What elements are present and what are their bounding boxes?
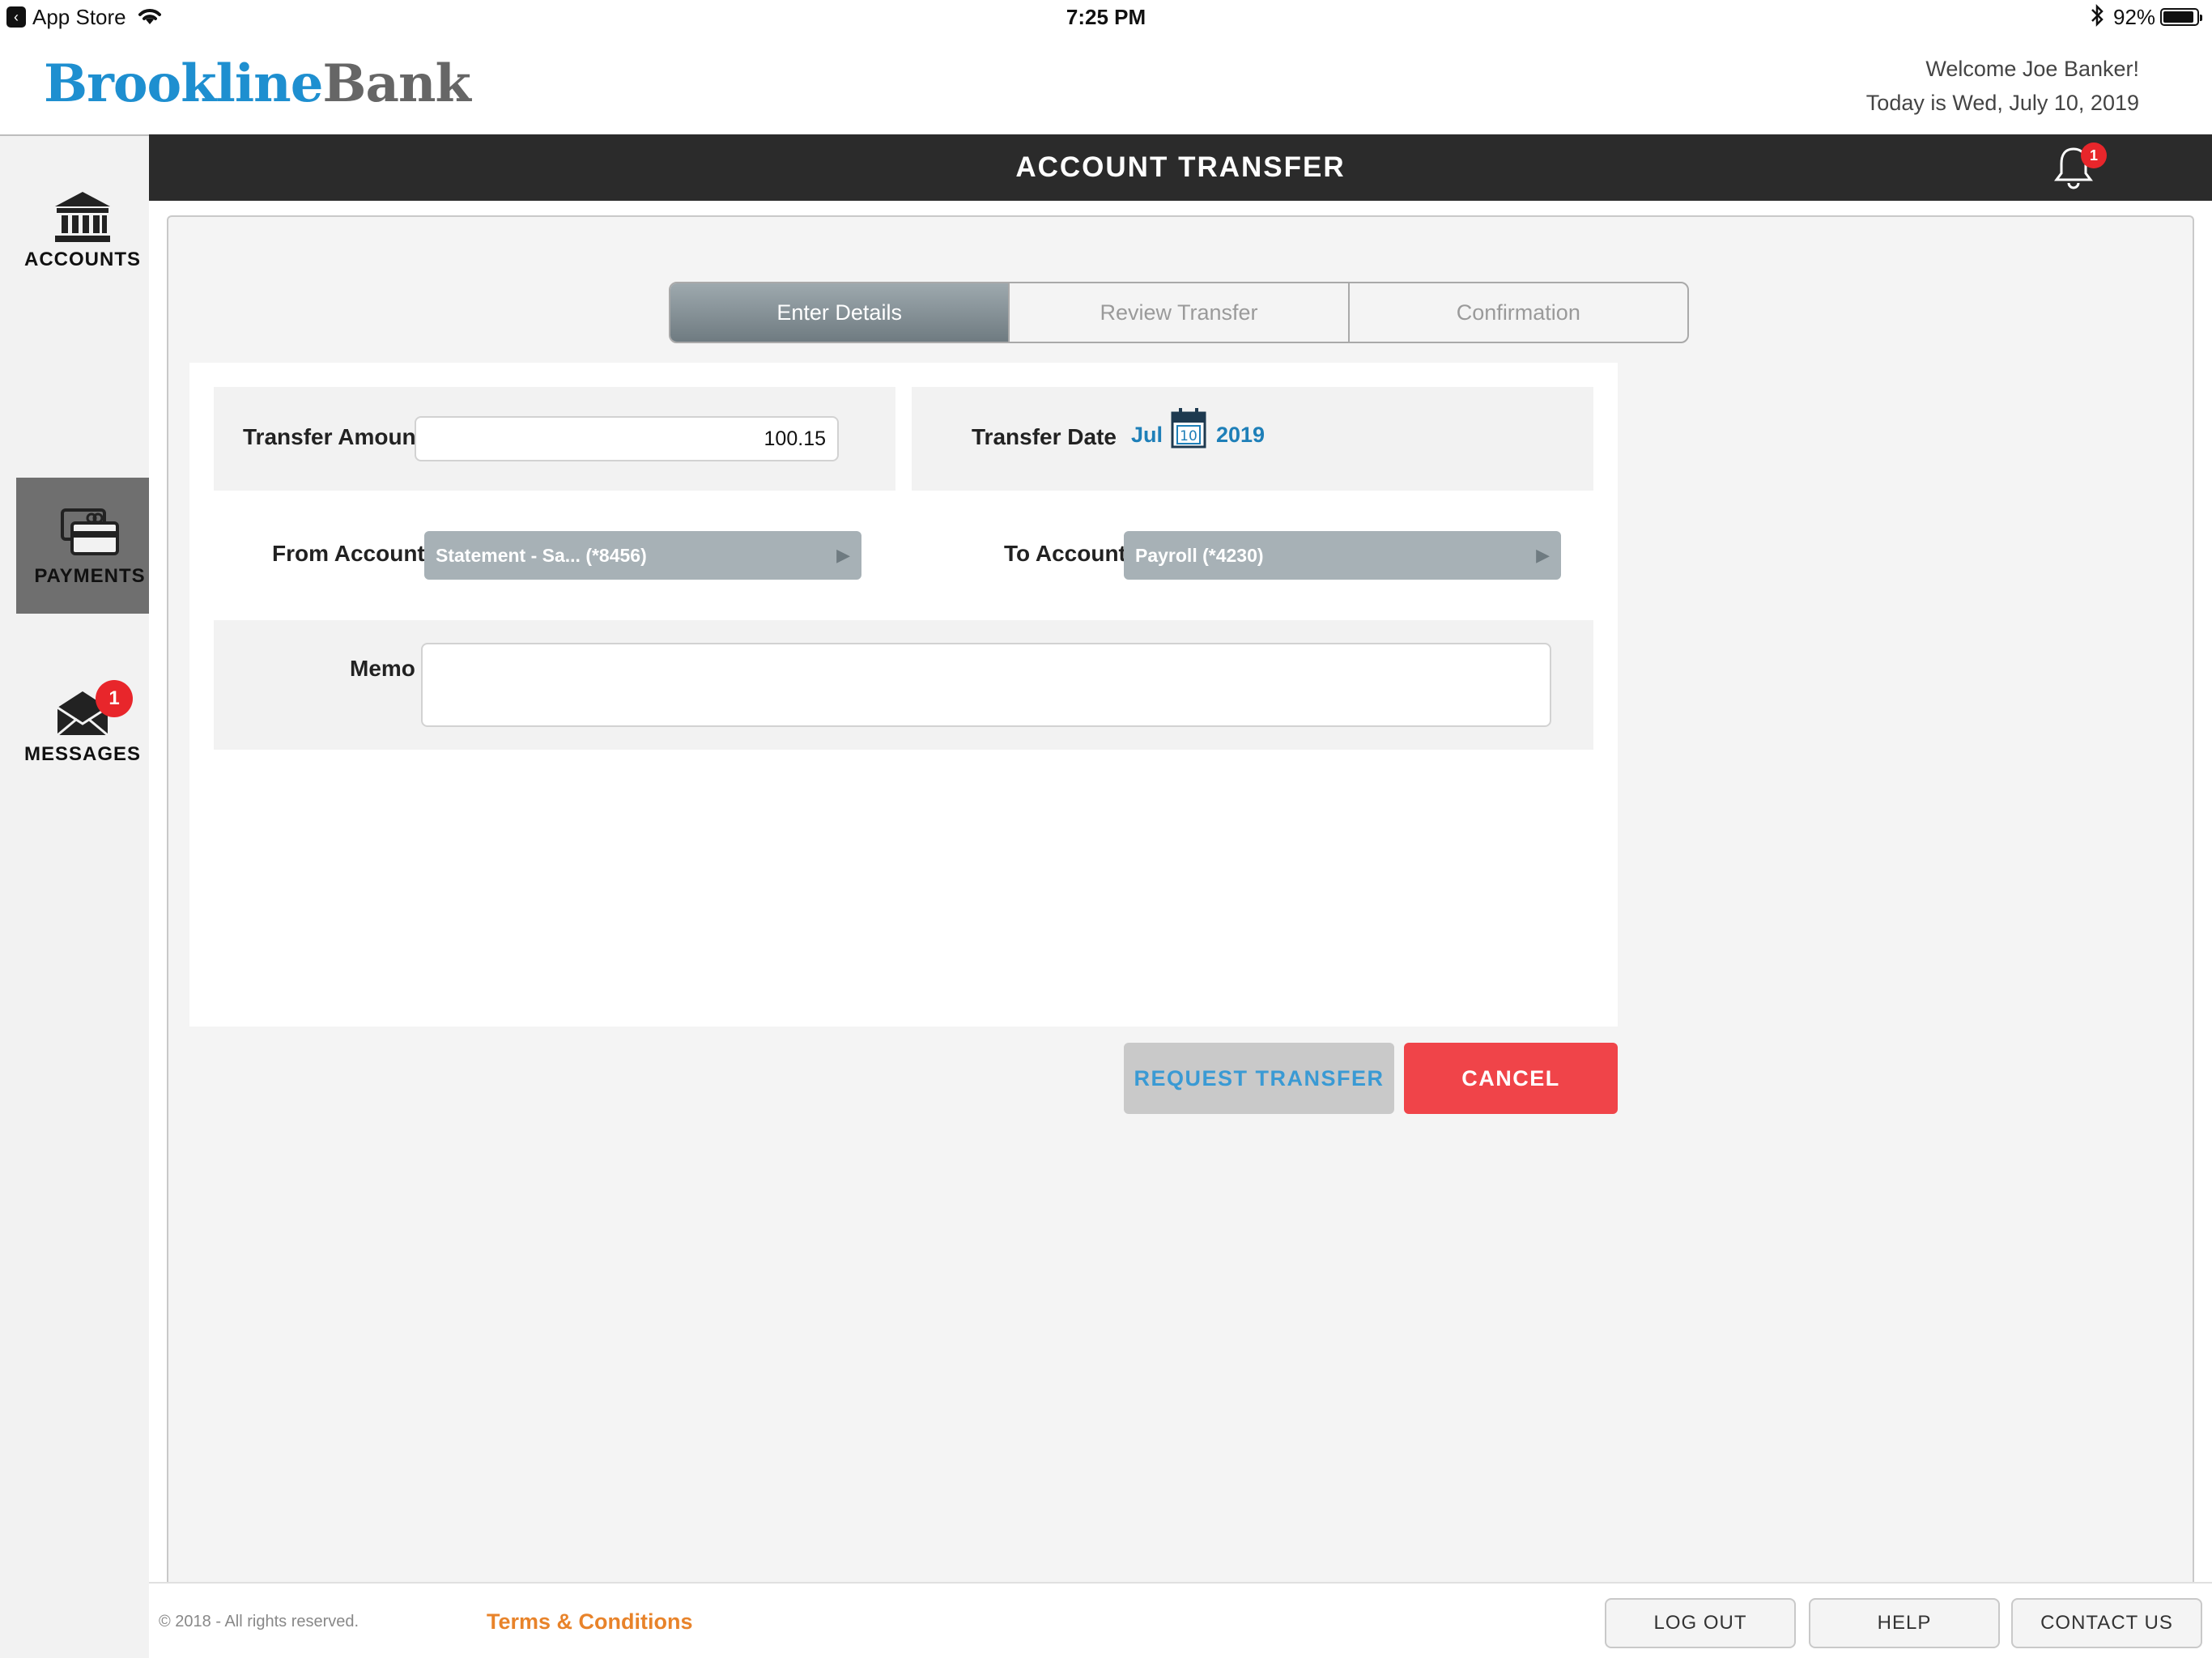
contact-us-button[interactable]: CONTACT US: [2011, 1598, 2202, 1648]
request-transfer-button[interactable]: REQUEST TRANSFER: [1124, 1043, 1394, 1114]
sidebar: [0, 136, 149, 1658]
transfer-date-month[interactable]: Jul: [1131, 423, 1163, 448]
transfer-date-year[interactable]: 2019: [1216, 423, 1265, 448]
notification-badge: 1: [2081, 142, 2107, 168]
battery-percent: 92%: [2113, 5, 2156, 29]
battery-level: [2163, 11, 2193, 23]
messages-badge: 1: [96, 680, 133, 717]
memo-label: Memo: [350, 656, 415, 681]
memo-input[interactable]: [421, 643, 1551, 727]
to-account-label: To Account: [1004, 541, 1126, 566]
to-account-select[interactable]: Payroll (*4230) ▶: [1124, 531, 1561, 580]
bluetooth-icon: [2091, 3, 2104, 28]
from-account-select[interactable]: Statement - Sa... (*8456) ▶: [424, 531, 861, 580]
transfer-amount-input[interactable]: 100.15: [415, 416, 839, 461]
brand-name-part2: Bank: [322, 53, 470, 114]
step-review-transfer: Review Transfer: [1010, 283, 1350, 342]
terms-link[interactable]: Terms & Conditions: [487, 1609, 693, 1635]
sidebar-item-payments[interactable]: PAYMENTS: [16, 478, 177, 628]
from-account-label: From Account: [272, 541, 425, 566]
to-account-value: Payroll (*4230): [1135, 545, 1264, 566]
welcome-block: Welcome Joe Banker! Today is Wed, July 1…: [1866, 52, 2139, 120]
help-button[interactable]: HELP: [1809, 1598, 2000, 1648]
transfer-amount-label: Transfer Amount: [243, 424, 423, 449]
play-arrow-icon: ▶: [1536, 545, 1550, 565]
calendar-icon[interactable]: 10: [1171, 406, 1206, 449]
sidebar-item-label: ACCOUNTS: [24, 249, 141, 270]
cancel-button[interactable]: CANCEL: [1404, 1043, 1618, 1114]
clock: 7:25 PM: [1066, 5, 1146, 29]
calendar-day: 10: [1180, 428, 1197, 444]
logout-button[interactable]: LOG OUT: [1605, 1598, 1796, 1648]
today-date: Today is Wed, July 10, 2019: [1865, 91, 2139, 115]
welcome-text: Welcome Joe Banker!: [1925, 57, 2139, 81]
brand-name-part1: Brookline: [44, 53, 323, 114]
sidebar-item-messages[interactable]: MESSAGES: [0, 688, 165, 785]
payment-card-icon: [61, 508, 119, 555]
step-confirmation: Confirmation: [1456, 300, 1580, 325]
copyright-text: © 2018 - All rights reserved.: [159, 1613, 359, 1630]
from-account-value: Statement - Sa... (*8456): [436, 545, 647, 566]
status-bar: ‹ App Store 7:25 PM 92%: [0, 0, 2212, 36]
sidebar-item-accounts[interactable]: ACCOUNTS: [0, 190, 165, 287]
transfer-date-label: Transfer Date: [972, 424, 1117, 449]
page-title: ACCOUNT TRANSFER: [149, 134, 2212, 201]
sidebar-item-label: PAYMENTS: [34, 565, 146, 587]
step-enter-details: Enter Details: [670, 283, 1010, 342]
play-arrow-icon: ▶: [836, 545, 850, 565]
brand-logo: BrooklineBank: [44, 53, 471, 114]
sidebar-item-label: MESSAGES: [23, 743, 142, 765]
bank-icon: [55, 192, 110, 242]
step-indicator: Enter Details Review Transfer Confirmati…: [669, 282, 1689, 343]
battery-icon: [2160, 8, 2202, 26]
